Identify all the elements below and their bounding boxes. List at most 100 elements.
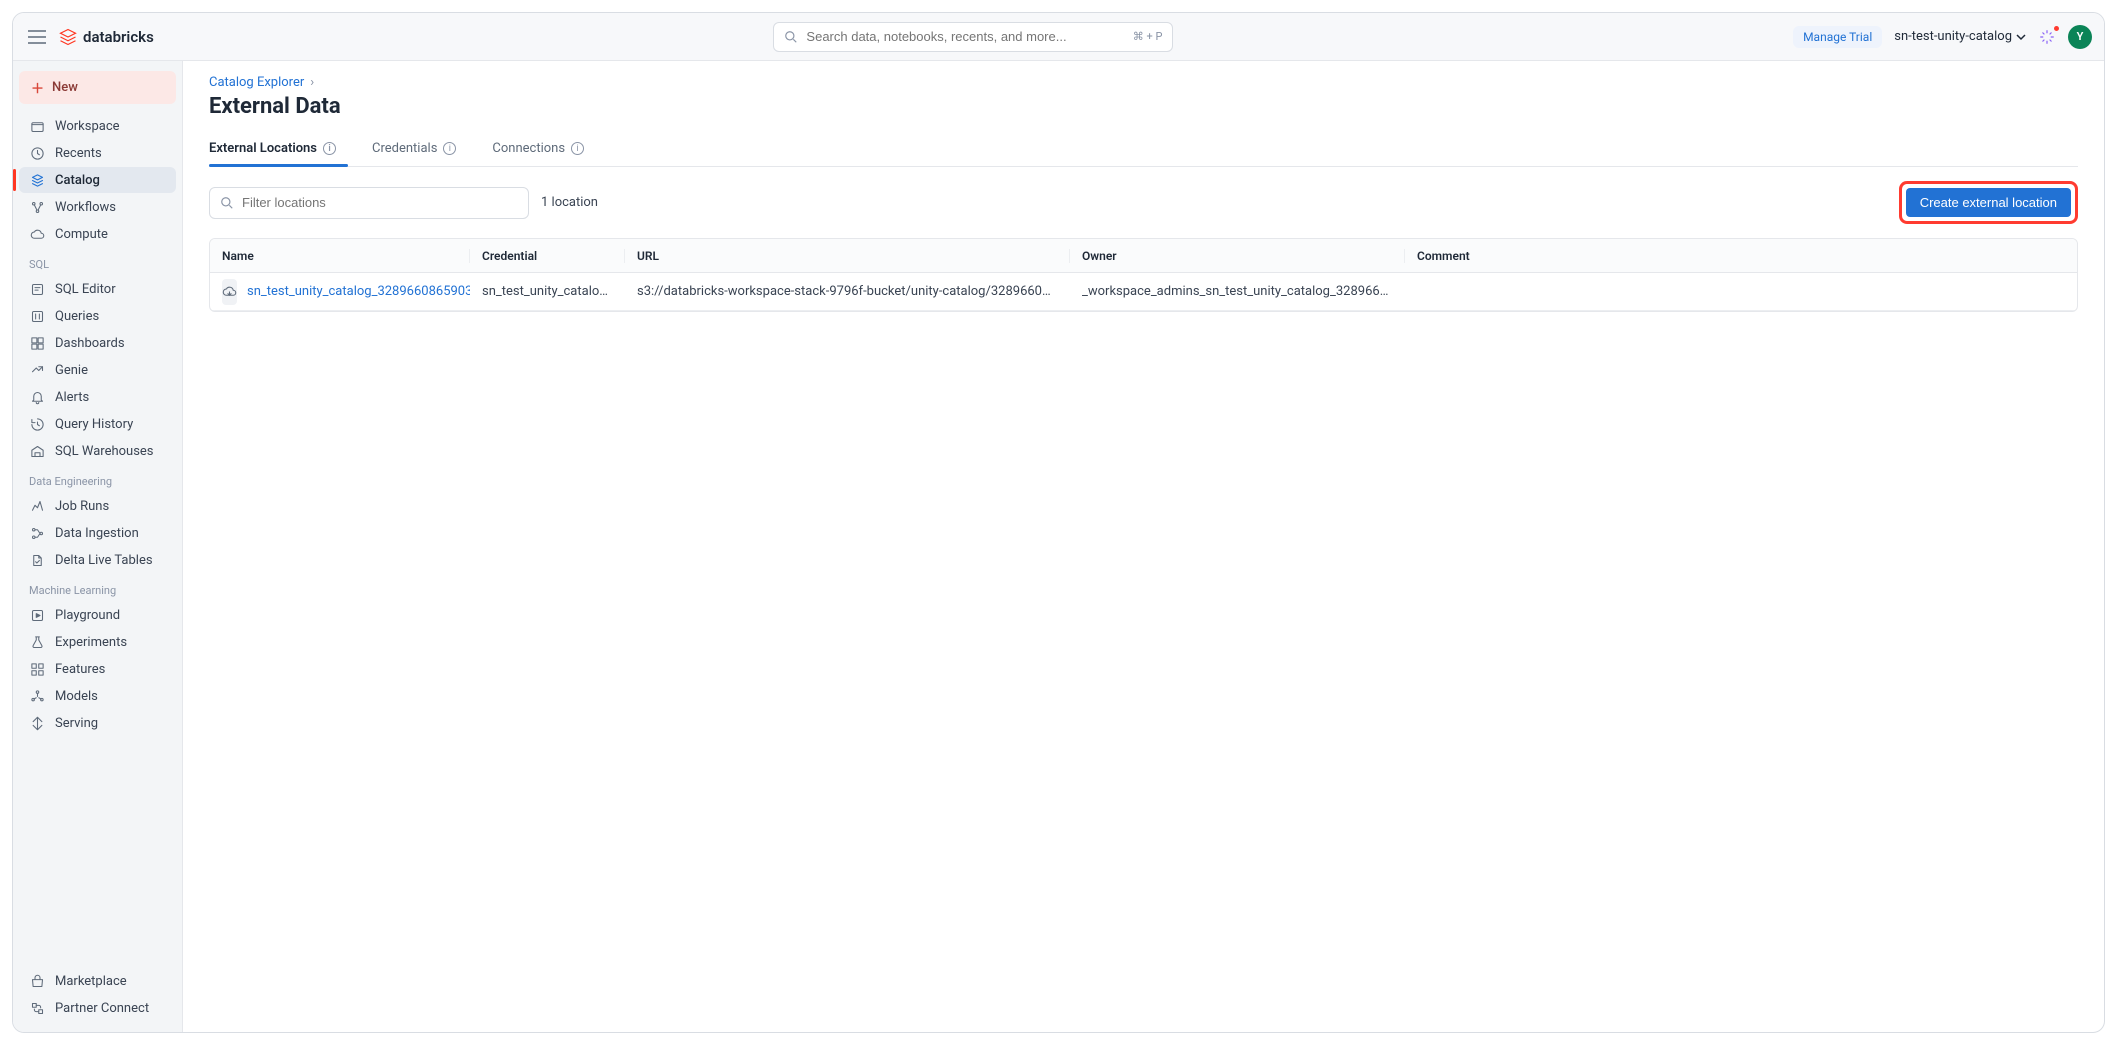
global-search[interactable]: ⌘ + P xyxy=(773,22,1173,52)
flask-icon xyxy=(29,634,45,650)
sidebar-item-delta-live-tables[interactable]: Delta Live Tables xyxy=(19,547,176,573)
column-header-comment[interactable]: Comment xyxy=(1405,249,1565,263)
sidebar-item-genie[interactable]: Genie xyxy=(19,357,176,383)
plus-icon: ＋ xyxy=(31,78,44,97)
search-icon xyxy=(784,30,798,44)
page-title: External Data xyxy=(209,94,2078,119)
sidebar-item-recents[interactable]: Recents xyxy=(19,140,176,166)
databricks-logo-icon xyxy=(59,28,77,46)
assistant-icon[interactable] xyxy=(2038,28,2056,46)
sql-icon xyxy=(29,281,45,297)
sidebar-item-catalog[interactable]: Catalog xyxy=(19,167,176,193)
main-content: Catalog Explorer › External Data Externa… xyxy=(183,61,2104,1032)
sidebar-item-dashboards[interactable]: Dashboards xyxy=(19,330,176,356)
info-icon[interactable]: i xyxy=(443,142,456,155)
serve-icon xyxy=(29,715,45,731)
features-icon xyxy=(29,661,45,677)
new-button[interactable]: ＋ New xyxy=(19,71,176,104)
sidebar-item-label: Queries xyxy=(55,309,99,324)
sidebar-item-label: Marketplace xyxy=(55,974,127,989)
cell-owner: _workspace_admins_sn_test_unity_catalog_… xyxy=(1070,284,1405,299)
brand-name: databricks xyxy=(83,28,154,46)
info-icon[interactable]: i xyxy=(571,142,584,155)
workspace-name: sn-test-unity-catalog xyxy=(1894,29,2012,44)
tab-label: External Locations xyxy=(209,141,317,156)
cell-credential: sn_test_unity_catalog_328... xyxy=(470,284,625,299)
column-header-credential[interactable]: Credential xyxy=(470,249,625,263)
filter-locations[interactable] xyxy=(209,187,529,219)
partner-icon xyxy=(29,1000,45,1016)
warehouse-icon xyxy=(29,443,45,459)
dlt-icon xyxy=(29,552,45,568)
cell-url: s3://databricks-workspace-stack-9796f-bu… xyxy=(625,284,1070,299)
sidebar-item-sql-warehouses[interactable]: SQL Warehouses xyxy=(19,438,176,464)
sidebar-item-label: Genie xyxy=(55,363,88,378)
dashboard-icon xyxy=(29,335,45,351)
info-icon[interactable]: i xyxy=(323,142,336,155)
manage-trial-button[interactable]: Manage Trial xyxy=(1793,26,1882,48)
market-icon xyxy=(29,973,45,989)
sidebar-item-marketplace[interactable]: Marketplace xyxy=(19,968,176,994)
sidebar-item-experiments[interactable]: Experiments xyxy=(19,629,176,655)
bell-icon xyxy=(29,389,45,405)
table-row[interactable]: sn_test_unity_catalog_3289660865903932 s… xyxy=(210,273,2077,311)
sidebar-section-title: Machine Learning xyxy=(19,574,176,601)
sidebar-item-label: Features xyxy=(55,662,105,677)
tab-credentials[interactable]: Credentials i xyxy=(372,135,456,166)
location-name-link[interactable]: sn_test_unity_catalog_3289660865903932 xyxy=(247,284,470,299)
search-shortcut: ⌘ + P xyxy=(1133,30,1163,43)
sidebar-item-workspace[interactable]: Workspace xyxy=(19,113,176,139)
sidebar-item-features[interactable]: Features xyxy=(19,656,176,682)
sidebar-item-serving[interactable]: Serving xyxy=(19,710,176,736)
avatar[interactable]: Y xyxy=(2068,25,2092,49)
sidebar-item-playground[interactable]: Playground xyxy=(19,602,176,628)
sidebar-item-query-history[interactable]: Query History xyxy=(19,411,176,437)
sidebar-section-title: Data Engineering xyxy=(19,465,176,492)
ingest-icon xyxy=(29,525,45,541)
external-location-icon xyxy=(222,279,237,305)
clock-icon xyxy=(29,145,45,161)
filter-input[interactable] xyxy=(242,195,518,210)
column-header-url[interactable]: URL xyxy=(625,249,1070,263)
search-icon xyxy=(220,196,234,210)
create-external-location-button[interactable]: Create external location xyxy=(1906,188,2071,217)
menu-toggle[interactable] xyxy=(25,25,49,49)
sidebar-item-label: Experiments xyxy=(55,635,127,650)
sidebar-item-label: Workflows xyxy=(55,200,116,215)
sidebar-item-models[interactable]: Models xyxy=(19,683,176,709)
sidebar-item-queries[interactable]: Queries xyxy=(19,303,176,329)
models-icon xyxy=(29,688,45,704)
play-icon xyxy=(29,607,45,623)
workflow-icon xyxy=(29,199,45,215)
sidebar-item-alerts[interactable]: Alerts xyxy=(19,384,176,410)
sidebar-item-data-ingestion[interactable]: Data Ingestion xyxy=(19,520,176,546)
sidebar-item-label: Data Ingestion xyxy=(55,526,139,541)
chevron-down-icon xyxy=(2016,32,2026,42)
sidebar-item-workflows[interactable]: Workflows xyxy=(19,194,176,220)
sidebar-item-label: Workspace xyxy=(55,119,120,134)
search-input[interactable] xyxy=(806,29,1124,44)
sidebar-item-partner-connect[interactable]: Partner Connect xyxy=(19,995,176,1021)
tab-external-locations[interactable]: External Locations i xyxy=(209,135,336,166)
sidebar-item-label: Query History xyxy=(55,417,133,432)
column-header-owner[interactable]: Owner xyxy=(1070,249,1405,263)
sidebar-item-label: Delta Live Tables xyxy=(55,553,153,568)
sidebar-item-sql-editor[interactable]: SQL Editor xyxy=(19,276,176,302)
sidebar-item-compute[interactable]: Compute xyxy=(19,221,176,247)
tab-connections[interactable]: Connections i xyxy=(492,135,584,166)
tab-label: Connections xyxy=(492,141,565,156)
brand-logo[interactable]: databricks xyxy=(59,28,154,46)
folder-icon xyxy=(29,118,45,134)
sidebar-item-label: Alerts xyxy=(55,390,89,405)
column-header-name[interactable]: Name xyxy=(210,249,470,263)
sidebar-item-label: Playground xyxy=(55,608,120,623)
workspace-picker[interactable]: sn-test-unity-catalog xyxy=(1894,29,2026,44)
runs-icon xyxy=(29,498,45,514)
breadcrumb-root[interactable]: Catalog Explorer xyxy=(209,75,304,90)
sidebar-item-label: Partner Connect xyxy=(55,1001,149,1016)
genie-icon xyxy=(29,362,45,378)
locations-table: NameCredentialURLOwnerComment sn_test_un… xyxy=(209,238,2078,312)
sidebar-item-job-runs[interactable]: Job Runs xyxy=(19,493,176,519)
topbar: databricks ⌘ + P Manage Trial sn-test-un… xyxy=(13,13,2104,61)
tabs: External Locations i Credentials i Conne… xyxy=(209,135,2078,167)
